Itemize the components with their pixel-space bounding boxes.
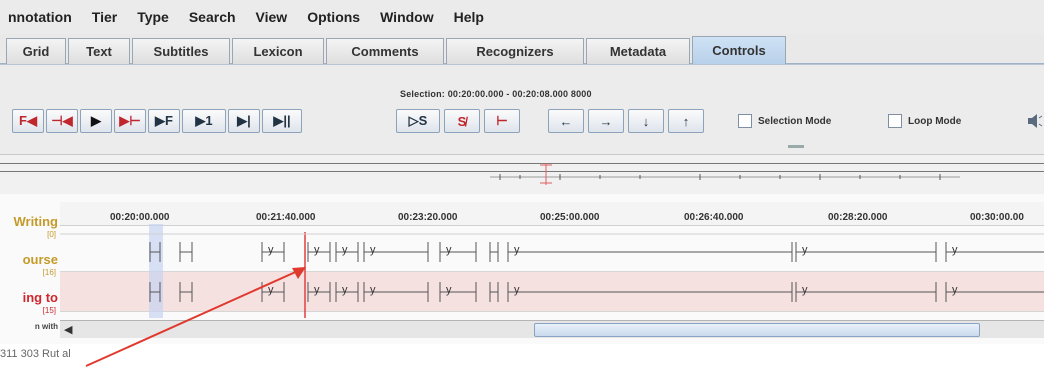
timeline-overview[interactable] — [0, 154, 1044, 194]
menu-type[interactable]: Type — [137, 9, 169, 25]
loop-mode-label: Loop Mode — [908, 115, 962, 127]
annotation-label[interactable]: y — [802, 244, 808, 256]
pause-end-button[interactable]: ▶|| — [262, 109, 302, 133]
annotation-label[interactable]: y — [314, 284, 320, 296]
timeline-viewer[interactable]: 00:20:00.000 00:21:40.000 00:23:20.000 0… — [0, 194, 1044, 344]
scroll-thumb[interactable] — [534, 323, 980, 337]
scroll-left-arrow-icon[interactable]: ◀ — [64, 323, 72, 336]
left-arrow-button[interactable]: ← — [548, 109, 584, 133]
tab-subtitles[interactable]: Subtitles — [132, 38, 230, 64]
selection-mode-checkbox[interactable]: Selection Mode — [738, 114, 831, 128]
next-frame-button[interactable]: ▶⊢ — [114, 109, 146, 133]
forward-button[interactable]: ▶F — [148, 109, 180, 133]
play-selection-button[interactable]: ▷S — [396, 109, 440, 133]
menu-annotation[interactable]: nnotation — [8, 9, 72, 25]
menu-help[interactable]: Help — [454, 9, 484, 25]
tab-lexicon[interactable]: Lexicon — [232, 38, 324, 64]
speaker-icon[interactable] — [1026, 113, 1044, 132]
play-button[interactable]: ▶ — [80, 109, 112, 133]
right-arrow-button[interactable]: → — [588, 109, 624, 133]
annotation-label[interactable]: y — [314, 244, 320, 256]
selection-boundary-button[interactable]: ⊢ — [484, 109, 520, 133]
status-text: 311 303 Rut al — [0, 348, 71, 360]
up-arrow-button[interactable]: ↑ — [668, 109, 704, 133]
menu-search[interactable]: Search — [189, 9, 236, 25]
play-one-button[interactable]: ▶1 — [182, 109, 226, 133]
selection-label: Selection: 00:20:00.000 - 00:20:08.000 8… — [400, 89, 592, 99]
selection-mode-box[interactable] — [738, 114, 752, 128]
tab-bar: Grid Text Subtitles Lexicon Comments Rec… — [0, 34, 1044, 64]
annotation-label[interactable]: y — [342, 284, 348, 296]
go-to-begin-button[interactable]: F◀ — [12, 109, 44, 133]
menu-tier[interactable]: Tier — [92, 9, 117, 25]
annotation-label[interactable]: y — [268, 244, 274, 256]
horizontal-scrollbar[interactable]: ◀ — [60, 320, 1044, 338]
down-arrow-button[interactable]: ↓ — [628, 109, 664, 133]
annotation-label[interactable]: y — [802, 284, 808, 296]
menu-options[interactable]: Options — [307, 9, 360, 25]
annotation-label[interactable]: y — [514, 284, 520, 296]
annotation-label[interactable]: y — [446, 284, 452, 296]
tab-grid[interactable]: Grid — [6, 38, 66, 64]
annotation-label[interactable]: y — [952, 284, 958, 296]
annotation-label[interactable]: y — [370, 244, 376, 256]
annotation-label[interactable]: y — [514, 244, 520, 256]
menu-view[interactable]: View — [256, 9, 288, 25]
tab-recognizers[interactable]: Recognizers — [446, 38, 584, 64]
tab-controls[interactable]: Controls — [692, 36, 786, 64]
annotation-label[interactable]: y — [268, 284, 274, 296]
menu-window[interactable]: Window — [380, 9, 434, 25]
go-to-end-button[interactable]: ▶| — [228, 109, 260, 133]
annotation-label[interactable]: y — [952, 244, 958, 256]
selection-mode-label: Selection Mode — [758, 115, 832, 127]
loop-mode-box[interactable] — [888, 114, 902, 128]
annotation-label[interactable]: y — [370, 284, 376, 296]
tab-metadata[interactable]: Metadata — [586, 38, 690, 64]
controls-panel: Selection: 00:20:00.000 - 00:20:08.000 8… — [0, 64, 1044, 154]
previous-frame-button[interactable]: ⊣◀ — [46, 109, 78, 133]
annotation-label[interactable]: y — [446, 244, 452, 256]
tab-text[interactable]: Text — [68, 38, 130, 64]
loop-mode-checkbox[interactable]: Loop Mode — [888, 114, 961, 128]
playhead-marker-icon — [540, 163, 552, 185]
tab-comments[interactable]: Comments — [326, 38, 444, 64]
annotation-label[interactable]: y — [342, 244, 348, 256]
clear-selection-button[interactable]: S̸ — [444, 109, 480, 133]
menu-bar: nnotation Tier Type Search View Options … — [0, 0, 1044, 34]
